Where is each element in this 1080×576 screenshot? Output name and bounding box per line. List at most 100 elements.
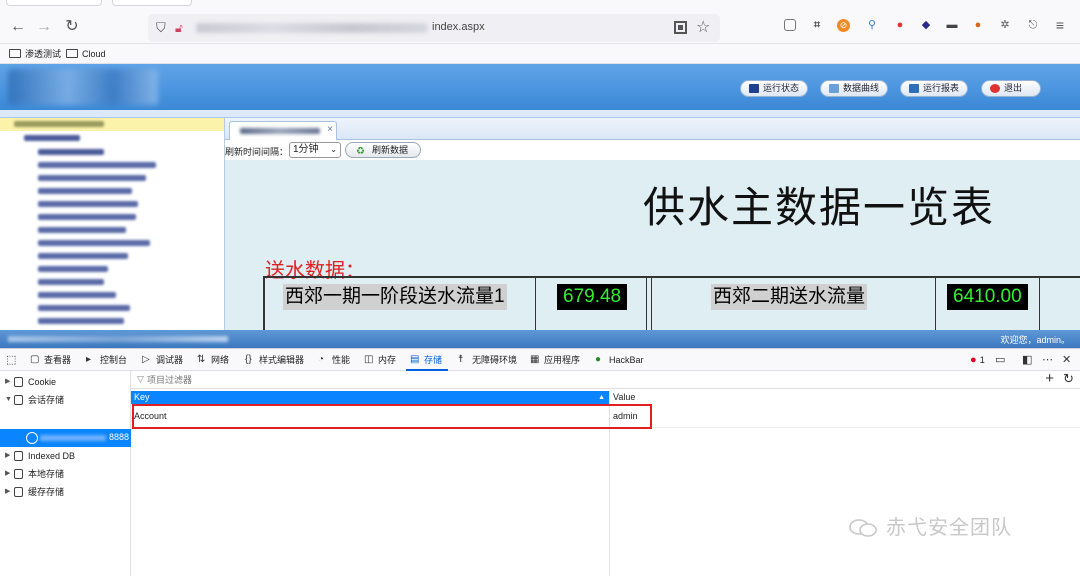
database-icon [14, 395, 23, 405]
devtools-toolbar: ⬚ ▢ 查看器 ▸ 控制台 ▷ 调试器 ⇅ 网络 {} 样式编辑器 ◔ 性能 ◫ 内存 ▤ 存储… [0, 349, 1080, 371]
extension-badge-icon[interactable]: ● [892, 17, 908, 33]
tree-node[interactable] [38, 162, 156, 168]
item-filter-input[interactable] [135, 373, 435, 387]
page-title: 供水主数据一览表 [643, 183, 996, 232]
tree-root-node[interactable] [0, 118, 224, 131]
monitor-icon [749, 84, 759, 93]
sidebar-item-indexeddb[interactable]: ▶ Indexed DB [0, 447, 131, 465]
refresh-data-button[interactable]: ♻ 刷新数据 [345, 142, 421, 158]
dock-icon[interactable]: ▭ [995, 353, 1005, 367]
tree-node[interactable] [38, 240, 150, 246]
tree-node[interactable] [38, 253, 128, 259]
content-tab[interactable]: × [229, 121, 337, 140]
header-button-run-status[interactable]: 运行状态 [740, 80, 809, 97]
forward-arrow-icon[interactable]: → [34, 17, 54, 37]
bookmark-folder[interactable]: Cloud [66, 47, 106, 61]
diamond-extension-icon[interactable]: ◆ [918, 17, 934, 33]
shield-icon[interactable]: ⛉ [156, 20, 170, 36]
tab-network[interactable]: ⇅ 网络 [197, 353, 229, 367]
tree-node[interactable] [38, 292, 116, 298]
tab-inspector[interactable]: ▢ 查看器 [30, 353, 71, 367]
browser-tab[interactable] [112, 0, 192, 6]
insecure-lock-icon[interactable]: 🔓︎ [175, 20, 189, 36]
url-host-redacted [196, 23, 428, 33]
tree-node[interactable] [38, 188, 132, 194]
bookmarks-bar: 渗透测试 Cloud [0, 44, 1080, 64]
more-options-icon[interactable]: ⋯ [1042, 353, 1053, 367]
tab-hackbar[interactable]: ● HackBar [595, 353, 644, 367]
button-label: 退出 [1004, 83, 1023, 93]
element-picker-icon[interactable]: ⬚ [6, 353, 16, 367]
add-item-button[interactable]: + [1045, 371, 1054, 387]
qr-code-icon[interactable] [674, 21, 687, 34]
bookmark-folder[interactable]: 渗透测试 [9, 47, 61, 61]
tree-node[interactable] [38, 149, 104, 155]
hamburger-menu-icon[interactable]: ≡ [1052, 17, 1068, 33]
share-icon[interactable]: ⎋ [1025, 17, 1041, 33]
column-header-key[interactable]: Key ▲ [131, 391, 609, 404]
split-console-icon[interactable]: ◧ [1022, 353, 1032, 367]
table-cell-value[interactable]: admin [609, 404, 1080, 428]
sidebar-item-cache-storage[interactable]: ▶ 缓存存储 [0, 483, 131, 501]
performance-icon: ◔ [318, 354, 325, 365]
reload-icon[interactable]: ↻ [62, 17, 82, 37]
exit-icon [990, 84, 1000, 93]
tree-node[interactable] [38, 305, 130, 311]
browser-tab[interactable] [6, 0, 102, 6]
dashboard-panel: 供水主数据一览表 送水数据： 西郊一期一阶段送水流量1 679.48 西郊二期送… [225, 160, 1080, 330]
site-tree [0, 118, 225, 330]
tab-console[interactable]: ▸ 控制台 [86, 353, 127, 367]
sidebar-item-local-storage[interactable]: ▶ 本地存储 [0, 465, 131, 483]
tree-node[interactable] [38, 279, 104, 285]
header-button-run-report[interactable]: 运行报表 [900, 80, 969, 97]
tree-node[interactable] [38, 214, 136, 220]
location-pin-icon[interactable]: ⚲ [864, 17, 880, 33]
tree-node[interactable] [38, 175, 146, 181]
reader-view-icon[interactable] [784, 19, 796, 31]
tree-node[interactable] [38, 227, 126, 233]
refresh-interval-select[interactable]: 1分钟 ⌄ [289, 142, 341, 158]
refresh-storage-icon[interactable]: ↻ [1063, 371, 1074, 387]
database-icon [14, 469, 23, 479]
back-arrow-icon[interactable]: ← [8, 17, 28, 37]
error-count-badge[interactable]: ● 1 [970, 353, 985, 367]
url-bar[interactable]: ⛉ 🔓︎ index.aspx ☆ [148, 14, 720, 42]
sidebar-item-session-origin[interactable]: 8888 [0, 429, 131, 447]
tab-debugger[interactable]: ▷ 调试器 [142, 353, 183, 367]
puzzle-icon[interactable]: ✲ [997, 17, 1013, 33]
bookmark-star-icon[interactable]: ☆ [696, 17, 710, 37]
bookmark-label: Cloud [82, 49, 106, 59]
tab-memory[interactable]: ◫ 内存 [364, 353, 396, 367]
tab-style-editor[interactable]: {} 样式编辑器 [245, 353, 304, 367]
memory-icon: ◫ [364, 354, 374, 365]
column-header-value[interactable]: Value [609, 391, 1080, 404]
crop-icon[interactable]: ⌗ [809, 17, 825, 33]
sidebar-item-cookie[interactable]: ▶ Cookie [0, 373, 131, 391]
block-icon[interactable]: ⊘ [837, 19, 850, 32]
tree-node[interactable] [38, 201, 138, 207]
header-button-data-curve[interactable]: 数据曲线 [820, 80, 889, 97]
header-button-logout[interactable]: 退出 [981, 80, 1041, 97]
tab-performance[interactable]: ◔ 性能 [318, 353, 350, 367]
close-icon[interactable]: × [327, 124, 333, 135]
tab-storage[interactable]: ▤ 存储 [410, 353, 442, 367]
tab-application[interactable]: ▦ 应用程序 [530, 353, 580, 367]
console-icon: ▸ [86, 354, 92, 365]
network-icon: ⇅ [197, 354, 206, 365]
chevron-right-icon: ▶ [5, 470, 11, 477]
table-cell-key[interactable]: Account [131, 404, 609, 428]
debugger-icon: ▷ [142, 354, 150, 365]
sidebar-item-session-storage[interactable]: ▼ 会话存储 [0, 391, 131, 409]
tree-node[interactable] [38, 318, 124, 324]
cookie-extension-icon[interactable]: ● [970, 17, 986, 33]
close-devtools-icon[interactable]: ✕ [1062, 353, 1071, 367]
header-strip [0, 110, 1080, 118]
hat-extension-icon[interactable]: ▬ [944, 17, 960, 33]
tab-accessibility[interactable]: ☨ 无障碍环境 [458, 353, 517, 367]
tree-node[interactable] [24, 135, 80, 141]
chevron-right-icon: ▶ [5, 452, 11, 459]
tree-node[interactable] [38, 266, 108, 272]
storage-sidebar: ▶ Cookie ▼ 会话存储 8888 ▶ Indexed DB ▶ 本地存储 ▶ 缓存… [0, 371, 131, 576]
watermark: 赤弋安全团队 [848, 514, 1012, 542]
folder-icon [9, 49, 21, 58]
